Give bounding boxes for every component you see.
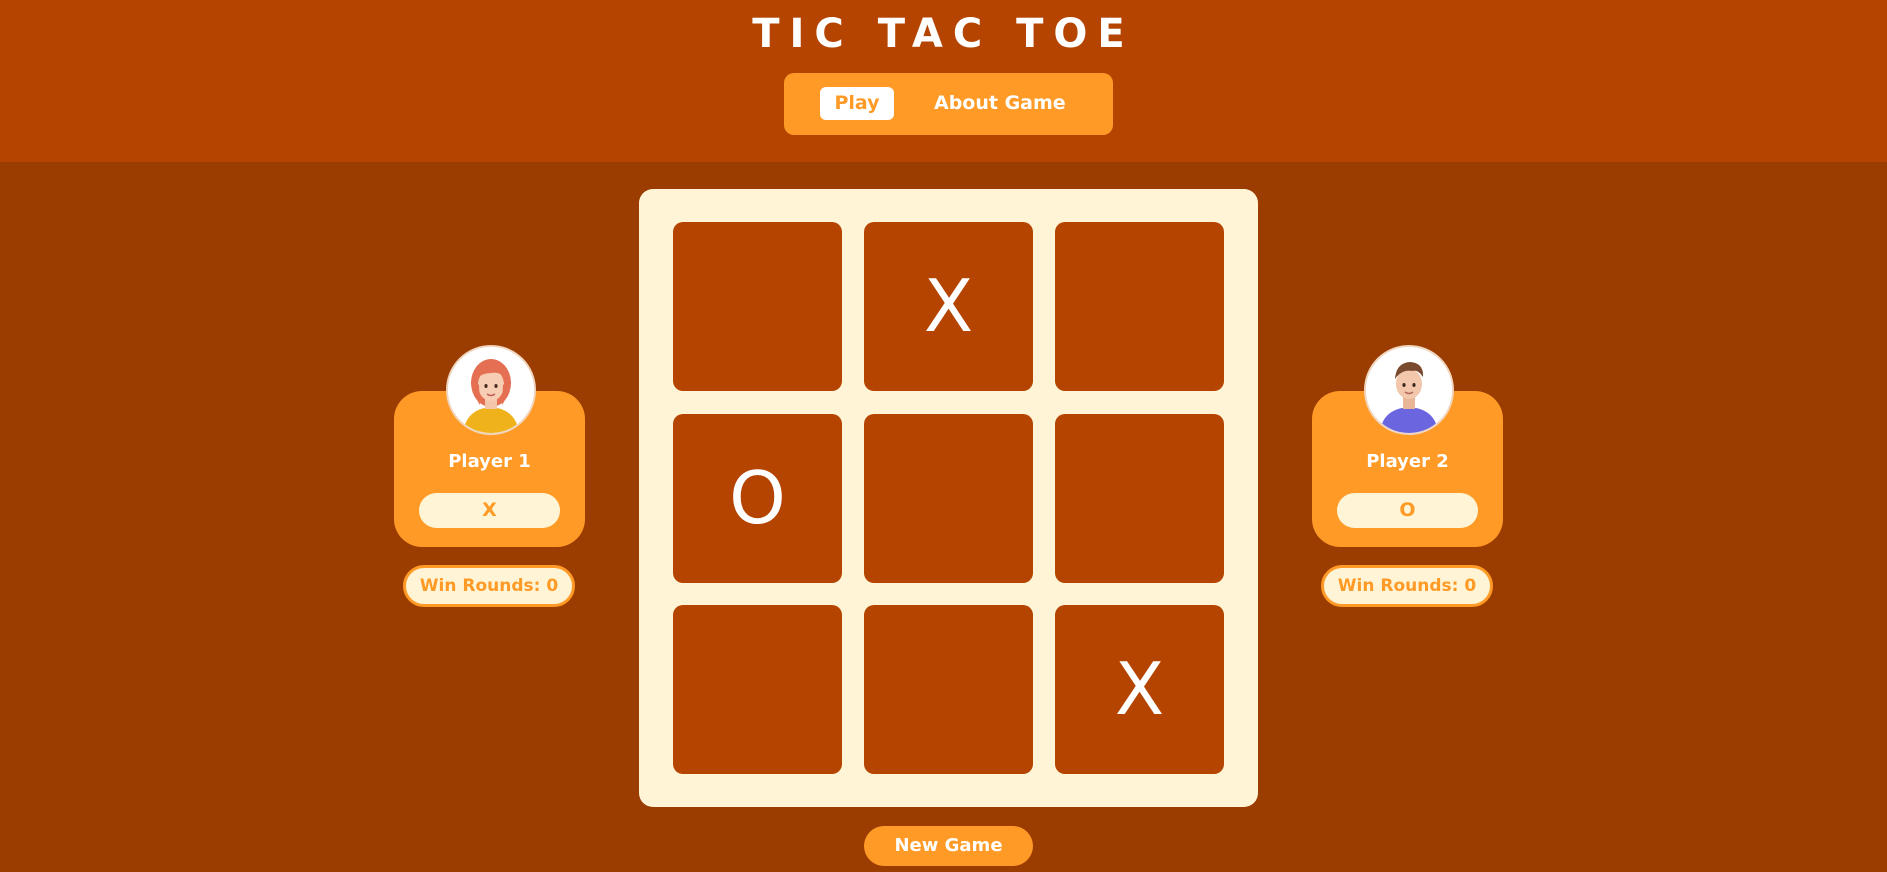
player-2-name: Player 2 — [1366, 451, 1449, 472]
player-2-win-rounds: Win Rounds: 0 — [1321, 565, 1493, 607]
player-1-name: Player 1 — [448, 451, 531, 472]
board-cell-6[interactable] — [1055, 414, 1224, 583]
board-cell-4[interactable]: O — [673, 414, 842, 583]
page-title: TIC TAC TOE — [752, 11, 1135, 57]
player-2-symbol: O — [1337, 493, 1478, 528]
man-avatar-icon — [1364, 345, 1454, 435]
board-cell-3[interactable] — [1055, 222, 1224, 391]
woman-avatar-icon — [446, 345, 536, 435]
board-cell-5[interactable] — [864, 414, 1033, 583]
board-cell-7[interactable] — [673, 605, 842, 774]
player-1-symbol: X — [419, 493, 560, 528]
game-board: X O X — [639, 189, 1258, 807]
board-cell-9[interactable]: X — [1055, 605, 1224, 774]
player-1-win-rounds: Win Rounds: 0 — [403, 565, 575, 607]
board-cell-2[interactable]: X — [864, 222, 1033, 391]
tab-about-game[interactable]: About Game — [934, 87, 1094, 120]
board-cell-8[interactable] — [864, 605, 1033, 774]
nav-tabs: Play About Game — [784, 73, 1113, 135]
tab-play[interactable]: Play — [820, 87, 894, 120]
board-cell-1[interactable] — [673, 222, 842, 391]
new-game-button[interactable]: New Game — [864, 826, 1033, 866]
